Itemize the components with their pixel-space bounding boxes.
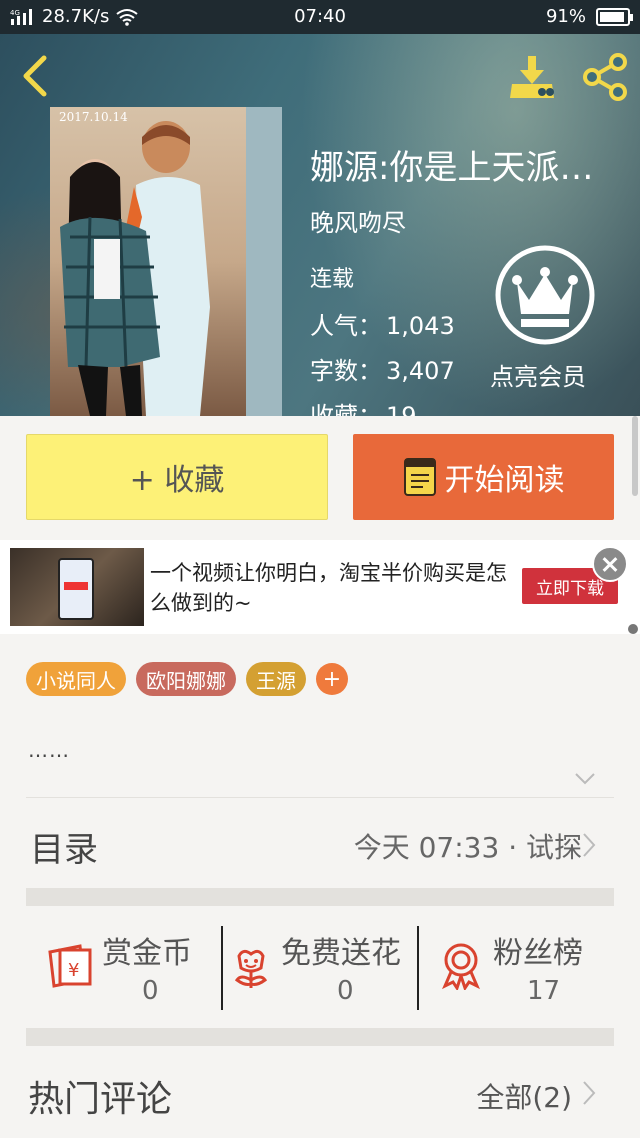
section-divider bbox=[26, 888, 614, 906]
latest-chapter: 今天 07:33 · 试探 bbox=[353, 831, 582, 864]
favorites-stat-clip: 收藏： 19 bbox=[310, 396, 510, 416]
red-envelope-icon: ¥ bbox=[48, 944, 92, 988]
table-of-contents-row[interactable]: 目录 今天 07:33 · 试探 bbox=[0, 798, 640, 888]
serial-status: 连载 bbox=[310, 267, 355, 292]
favorites-stat: 收藏： 19 bbox=[310, 396, 417, 416]
reward-coins[interactable]: ¥ 赏金币 0 bbox=[26, 906, 222, 1028]
word-count-stat: 字数： 3,407 bbox=[310, 351, 455, 386]
book-icon bbox=[403, 458, 436, 496]
battery-icon bbox=[596, 7, 633, 26]
ad-image[interactable] bbox=[10, 548, 144, 626]
share-icon[interactable] bbox=[580, 52, 630, 102]
all-comments-link[interactable]: 全部(2) bbox=[476, 1076, 572, 1116]
book-cover[interactable]: 2017.10.14 bbox=[50, 107, 282, 416]
scrollbar[interactable] bbox=[632, 416, 638, 496]
close-icon[interactable] bbox=[592, 546, 628, 582]
chevron-down-icon[interactable] bbox=[574, 772, 596, 786]
status-bar: 4G 28.7K/s 07:40 91% bbox=[0, 0, 640, 34]
fan-ranking-label: 粉丝榜 bbox=[493, 936, 583, 971]
flower-icon bbox=[234, 949, 268, 988]
ad-banner[interactable]: 一个视频让你明白，淘宝半价购买是怎么做到的~ 立即下载 bbox=[0, 540, 640, 634]
start-reading-label: 开始阅读 bbox=[444, 463, 565, 498]
reward-flowers-label: 免费送花 bbox=[281, 936, 401, 971]
word-count-label: 字数： bbox=[310, 357, 382, 385]
favorites-label: 收藏： bbox=[310, 402, 382, 416]
battery-percent: 91% bbox=[545, 6, 586, 27]
book-description: …… bbox=[28, 738, 70, 762]
action-bar: + 收藏 开始阅读 bbox=[0, 416, 640, 540]
clock: 07:40 bbox=[294, 6, 346, 27]
reward-flowers[interactable]: 免费送花 0 bbox=[223, 906, 417, 1028]
book-author[interactable]: 晚风吻尽 bbox=[310, 203, 406, 238]
favorite-button[interactable]: + 收藏 bbox=[26, 434, 328, 520]
add-tag-button[interactable]: + bbox=[316, 663, 348, 695]
reward-coins-label: 赏金币 bbox=[102, 936, 192, 971]
back-icon[interactable] bbox=[20, 54, 50, 98]
ad-text[interactable]: 一个视频让你明白，淘宝半价购买是怎么做到的~ bbox=[150, 558, 510, 618]
svg-text:¥: ¥ bbox=[68, 960, 79, 981]
tag-list: 小说同人 欧阳娜娜 王源 + bbox=[26, 662, 348, 696]
hot-comments-header[interactable]: 热门评论 全部(2) bbox=[0, 1046, 640, 1138]
popularity-label: 人气： bbox=[310, 312, 382, 340]
reward-row: ¥ 赏金币 0 免费送花 0 粉丝榜 17 bbox=[0, 906, 640, 1028]
book-title: 娜源:你是上天派… bbox=[310, 148, 594, 188]
cover-illustration bbox=[60, 121, 210, 416]
hot-comments-title: 热门评论 bbox=[28, 1079, 173, 1120]
reward-flowers-count: 0 bbox=[337, 976, 354, 1006]
favorite-button-label: + 收藏 bbox=[129, 463, 225, 498]
tag-chip[interactable]: 欧阳娜娜 bbox=[136, 662, 236, 696]
ad-info-icon[interactable] bbox=[628, 624, 638, 634]
toc-title: 目录 bbox=[30, 830, 98, 870]
start-reading-button[interactable]: 开始阅读 bbox=[353, 434, 614, 520]
popularity-stat: 人气： 1,043 bbox=[310, 306, 455, 341]
fan-ranking-count: 17 bbox=[527, 976, 561, 1006]
favorites-value: 19 bbox=[386, 402, 417, 416]
crown-icon[interactable] bbox=[493, 244, 597, 346]
tag-chip[interactable]: 小说同人 bbox=[26, 662, 126, 696]
download-icon[interactable] bbox=[508, 54, 556, 100]
tag-chip[interactable]: 王源 bbox=[246, 662, 306, 696]
fan-ranking[interactable]: 粉丝榜 17 bbox=[419, 906, 614, 1028]
word-count-value: 3,407 bbox=[386, 357, 455, 385]
vip-label[interactable]: 点亮会员 bbox=[490, 357, 586, 392]
chevron-right-icon bbox=[583, 1081, 596, 1105]
reward-coins-count: 0 bbox=[142, 976, 159, 1006]
cover-date: 2017.10.14 bbox=[59, 110, 128, 124]
chevron-right-icon bbox=[583, 833, 596, 857]
popularity-value: 1,043 bbox=[386, 312, 455, 340]
section-divider bbox=[26, 1028, 614, 1046]
medal-icon bbox=[442, 943, 480, 990]
